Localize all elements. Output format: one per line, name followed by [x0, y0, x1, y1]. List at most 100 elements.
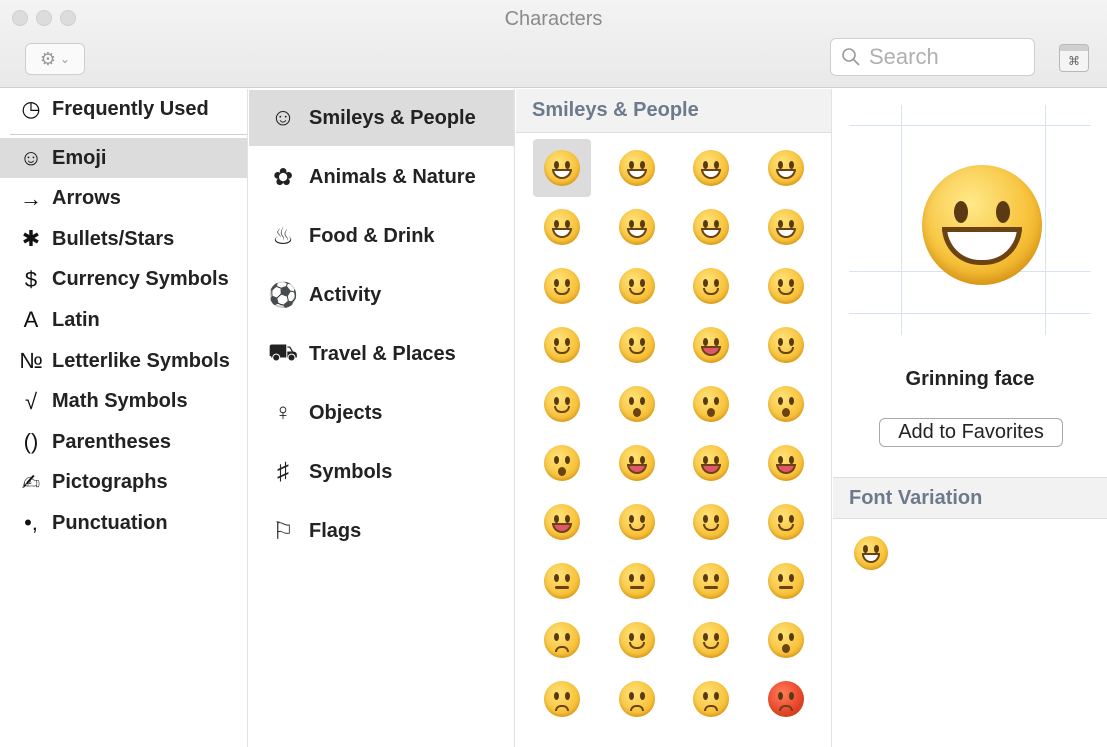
emoji-cell-nerd[interactable]	[608, 493, 666, 551]
emoji-cell-worried[interactable]	[608, 670, 666, 728]
emoji-cell-grimacing-grin[interactable]	[608, 139, 666, 197]
smile-icon	[618, 209, 655, 245]
emoji-cell-squinting-tongue[interactable]	[682, 434, 740, 492]
emoji-cell-neutral[interactable]	[682, 552, 740, 610]
winking-tongue-icon	[618, 445, 655, 481]
wink-icon	[618, 268, 655, 304]
character-name: Grinning face	[905, 368, 1035, 390]
emoji-cell-slightly-smiling[interactable]	[757, 257, 815, 315]
sidebar-item-parentheses[interactable]: () Parentheses	[0, 422, 247, 462]
flushed-icon	[767, 622, 804, 658]
flag-icon: ⚐	[272, 517, 294, 545]
emoji-cell-kissing[interactable]	[682, 375, 740, 433]
search-icon	[842, 48, 860, 66]
emoji-cell-smiley[interactable]	[533, 198, 591, 256]
smiley-icon	[544, 209, 580, 245]
search-input[interactable]	[869, 44, 1019, 70]
emoji-cell-disappointed[interactable]	[533, 670, 591, 728]
category-item-activity[interactable]: ⚽ Activity	[249, 267, 514, 323]
sidebar-item-label: Letterlike Symbols	[52, 349, 230, 372]
emoji-cell-innocent[interactable]	[533, 257, 591, 315]
kissing-heart-icon	[618, 386, 655, 422]
category-item-food-drink[interactable]: ♨ Food & Drink	[249, 208, 514, 264]
emoji-cell-smile[interactable]	[608, 198, 666, 256]
emoji-cell-grin[interactable]	[682, 139, 740, 197]
emoji-cell-kissing-closed-eyes[interactable]	[533, 434, 591, 492]
sidebar-item-label: Math Symbols	[52, 390, 188, 413]
slightly-smiling-icon	[767, 268, 804, 304]
sidebar-item-label: Arrows	[52, 187, 121, 210]
sidebar-item-label: Pictographs	[52, 471, 168, 494]
search-field[interactable]	[830, 38, 1035, 76]
grin-icon	[693, 150, 729, 186]
emoji-cell-tears-of-joy[interactable]	[757, 139, 815, 197]
numero-icon: №	[19, 348, 43, 373]
sidebar-item-latin[interactable]: A Latin	[0, 300, 247, 340]
category-item-flags[interactable]: ⚐ Flags	[249, 503, 514, 559]
emoji-cell-smirk[interactable]	[533, 552, 591, 610]
sidebar-item-label: Parentheses	[52, 430, 171, 453]
font-variation-grinning[interactable]	[851, 533, 891, 573]
relaxed-icon	[618, 327, 655, 363]
character-detail-panel: Grinning face Add to Favorites Font Vari…	[833, 89, 1107, 747]
emoji-cell-money-mouth[interactable]	[533, 493, 591, 551]
sweat-smile-icon	[693, 209, 729, 245]
category-item-label: Symbols	[309, 460, 393, 483]
emoji-cell-tongue[interactable]	[757, 434, 815, 492]
sidebar-item-currency-symbols[interactable]: $ Currency Symbols	[0, 260, 247, 300]
category-item-travel-places[interactable]: ⛟ Travel & Places	[249, 326, 514, 382]
sidebar-item-math-symbols[interactable]: √ Math Symbols	[0, 382, 247, 422]
emoji-cell-expressionless[interactable]	[757, 552, 815, 610]
emoji-cell-kissing-smiling-eyes[interactable]	[757, 375, 815, 433]
emoji-cell-sunglasses[interactable]	[682, 493, 740, 551]
emoji-cell-angry[interactable]	[682, 670, 740, 728]
emoji-cell-heart-eyes[interactable]	[533, 375, 591, 433]
emoji-cell-laughing[interactable]	[757, 198, 815, 256]
emoji-cell-upside-down[interactable]	[533, 316, 591, 374]
add-to-favorites-button[interactable]: Add to Favorites	[879, 418, 1063, 447]
sidebar-item-bullets-stars[interactable]: ✱ Bullets/Stars	[0, 219, 247, 259]
emoji-cell-unamused[interactable]	[533, 611, 591, 669]
heart-eyes-icon	[544, 386, 580, 422]
emoji-cell-sweat-smile[interactable]	[682, 198, 740, 256]
emoji-cell-pouting[interactable]	[757, 670, 815, 728]
eye-roll-icon	[618, 622, 655, 658]
emoji-cell-flushed[interactable]	[757, 611, 815, 669]
sidebar-item-frequently-used[interactable]: ◷ Frequently Used	[0, 89, 247, 129]
punctuation-icon: •,	[24, 510, 38, 536]
tongue-icon	[767, 445, 804, 481]
keyboard-viewer-button[interactable]: ⌘	[1059, 44, 1089, 72]
sidebar-item-emoji[interactable]: ☺ Emoji	[0, 138, 247, 178]
emoji-cell-relaxed[interactable]	[608, 316, 666, 374]
blush-icon	[693, 268, 729, 304]
innocent-icon	[544, 268, 580, 304]
sidebar-item-label: Frequently Used	[52, 97, 209, 120]
category-item-symbols[interactable]: ♯ Symbols	[249, 444, 514, 500]
emoji-cell-wink[interactable]	[608, 257, 666, 315]
category-item-objects[interactable]: ♀ Objects	[249, 385, 514, 441]
emoji-cell-kissing-heart[interactable]	[608, 375, 666, 433]
sidebar: ◷ Frequently Used ☺ Emoji → Arrows ✱ Bullets/…	[0, 89, 248, 747]
emoji-cell-eye-roll[interactable]	[608, 611, 666, 669]
action-menu-button[interactable]: ⚙ ⌄	[25, 43, 85, 75]
window-title: Characters	[504, 8, 603, 30]
emoji-cell-winking-tongue[interactable]	[608, 434, 666, 492]
category-item-smileys-people[interactable]: ☺ Smileys & People	[249, 90, 514, 146]
sidebar-item-arrows[interactable]: → Arrows	[0, 179, 247, 219]
emoji-cell-no-mouth[interactable]	[608, 552, 666, 610]
sidebar-item-label: Emoji	[52, 146, 107, 169]
sidebar-item-punctuation[interactable]: •, Punctuation	[0, 503, 247, 543]
clock-icon: ◷	[21, 96, 41, 121]
sidebar-item-letterlike-symbols[interactable]: № Letterlike Symbols	[0, 341, 247, 381]
sidebar-item-pictographs[interactable]: ✍ Pictographs	[0, 463, 247, 503]
emoji-cell-yum[interactable]	[682, 316, 740, 374]
emoji-cell-blush[interactable]	[682, 257, 740, 315]
nerd-icon	[618, 504, 655, 540]
emoji-cell-grinning[interactable]	[533, 139, 591, 197]
category-item-animals-nature[interactable]: ✿ Animals & Nature	[249, 149, 514, 205]
emoji-cell-hugging[interactable]	[757, 493, 815, 551]
gear-icon: ⚙	[39, 48, 57, 69]
emoji-cell-relieved[interactable]	[757, 316, 815, 374]
emoji-cell-thinking[interactable]	[682, 611, 740, 669]
grinning-icon	[544, 150, 580, 186]
